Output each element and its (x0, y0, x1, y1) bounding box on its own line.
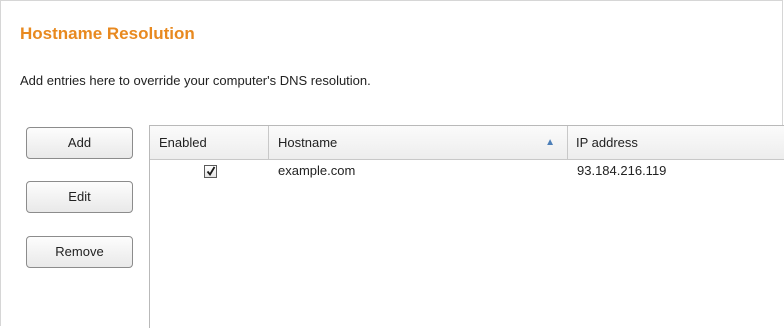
edit-button[interactable]: Edit (26, 181, 133, 213)
ip-address-cell: 93.184.216.119 (577, 163, 667, 178)
table-header: Enabled Hostname ▲ IP address (150, 126, 784, 160)
enabled-checkbox[interactable] (204, 165, 217, 178)
column-header-enabled[interactable]: Enabled (150, 126, 269, 159)
section-title: Hostname Resolution (20, 24, 195, 43)
table-row[interactable]: example.com 93.184.216.119 (150, 160, 784, 186)
hostname-cell: example.com (278, 163, 356, 178)
add-button[interactable]: Add (26, 127, 133, 159)
hostname-resolution-panel: Hostname Resolution Add entries here to … (0, 0, 784, 328)
section-description: Add entries here to override your comput… (20, 73, 371, 88)
hostname-table: Enabled Hostname ▲ IP address example.co… (149, 125, 784, 328)
remove-button[interactable]: Remove (26, 236, 133, 268)
sort-ascending-icon: ▲ (545, 137, 555, 148)
column-header-ip[interactable]: IP address (568, 126, 784, 159)
column-header-hostname[interactable]: Hostname ▲ (269, 126, 568, 159)
checkmark-icon (206, 166, 216, 177)
column-header-enabled-label: Enabled (159, 135, 207, 150)
column-header-hostname-label: Hostname (278, 135, 338, 150)
column-header-ip-label: IP address (576, 135, 638, 150)
enabled-cell (150, 160, 269, 186)
